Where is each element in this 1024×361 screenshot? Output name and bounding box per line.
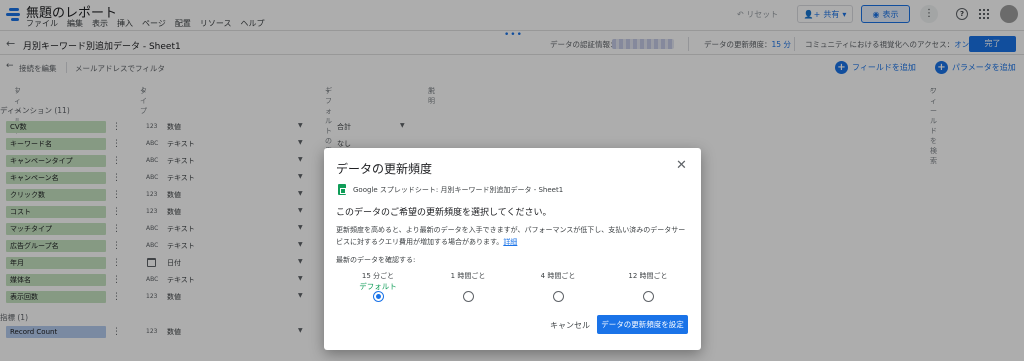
dialog-heading: このデータのご希望の更新頻度を選択してください。 [336, 208, 552, 218]
set-freshness-button[interactable]: データの更新頻度を設定 [597, 315, 688, 334]
dialog-source: Google スプレッドシート: 月別キーワード別追加データ - Sheet1 [353, 186, 564, 194]
cancel-button[interactable]: キャンセル [550, 320, 590, 331]
dialog-title: データの更新頻度 [336, 162, 433, 176]
learn-more-link[interactable]: 詳細 [503, 238, 517, 246]
freshness-option-15min[interactable]: 15 分ごと デフォルト [338, 271, 418, 302]
default-badge: デフォルト [359, 282, 397, 291]
check-label: 最新のデータを確認する: [336, 256, 416, 264]
radio-1hour[interactable] [462, 291, 474, 302]
radio-12hour[interactable] [642, 291, 654, 302]
freshness-dialog: データの更新頻度 ✕ Google スプレッドシート: 月別キーワード別追加デー… [324, 148, 701, 350]
close-icon[interactable]: ✕ [676, 158, 687, 173]
radio-4hour[interactable] [552, 291, 564, 302]
freshness-option-1hour[interactable]: 1 時間ごと [428, 271, 508, 302]
google-sheets-icon [338, 184, 346, 195]
radio-15min[interactable] [372, 291, 384, 302]
dialog-description: 更新頻度を高めると、より最新のデータを入手できますが、パフォーマンスが低下し、支… [336, 226, 686, 246]
freshness-option-4hour[interactable]: 4 時間ごと [518, 271, 598, 302]
freshness-option-12hour[interactable]: 12 時間ごと [608, 271, 688, 302]
